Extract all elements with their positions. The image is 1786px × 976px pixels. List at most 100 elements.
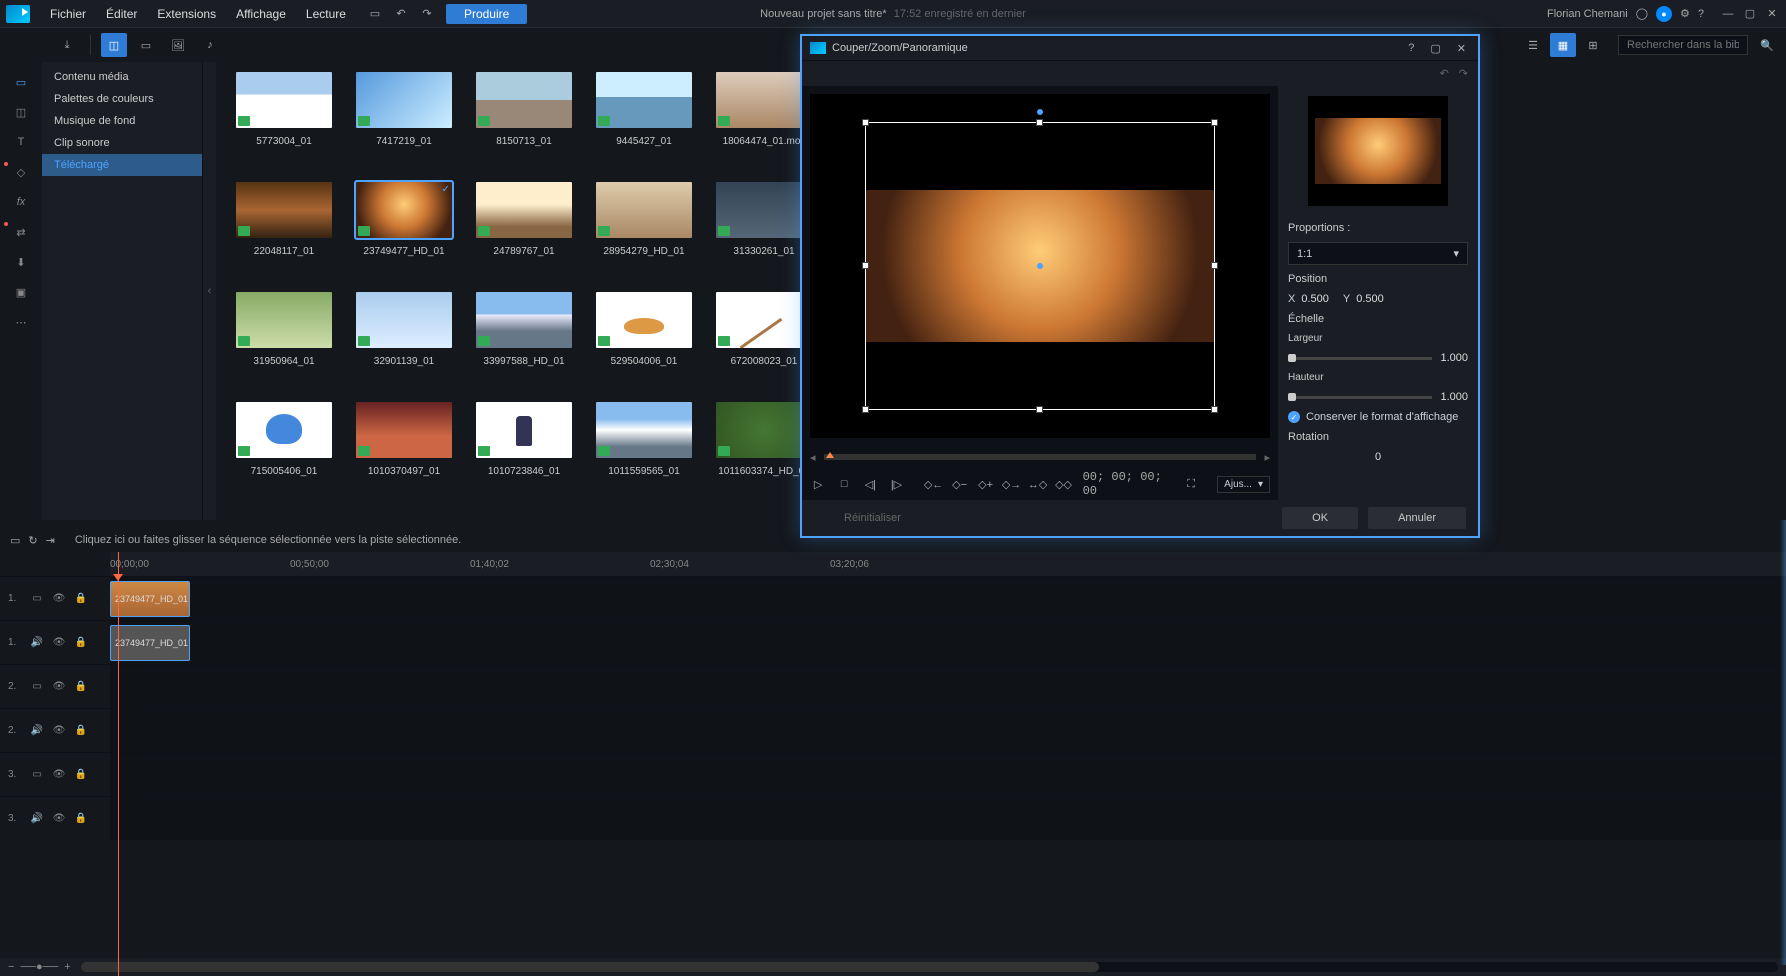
- dialog-close-icon[interactable]: ✕: [1453, 42, 1470, 55]
- search-icon[interactable]: 🔍: [1754, 33, 1780, 57]
- media-item[interactable]: 715005406_01: [224, 402, 344, 504]
- media-thumbnail[interactable]: [716, 402, 812, 458]
- dialog-maximize-icon[interactable]: ▢: [1426, 42, 1444, 55]
- media-item[interactable]: 31950964_01: [224, 292, 344, 394]
- particle-tab-icon[interactable]: ◇: [0, 158, 42, 186]
- media-item[interactable]: 33997588_HD_01: [464, 292, 584, 394]
- media-thumbnail[interactable]: [356, 292, 452, 348]
- crop-handle-br[interactable]: [1211, 406, 1218, 413]
- rotate-handle[interactable]: [1037, 109, 1043, 115]
- crop-handle-tl[interactable]: [862, 119, 869, 126]
- timeline-clip[interactable]: 23749477_HD_01: [110, 581, 190, 617]
- timeline-scrollbar[interactable]: [81, 962, 1778, 972]
- media-thumbnail[interactable]: [236, 72, 332, 128]
- category-item[interactable]: Palettes de couleurs: [42, 88, 202, 110]
- track-content[interactable]: [110, 665, 1786, 708]
- menu-extensions[interactable]: Extensions: [147, 3, 226, 25]
- height-value[interactable]: 1.000: [1440, 391, 1468, 403]
- media-thumbnail[interactable]: [236, 402, 332, 458]
- user-profile-icon[interactable]: ◯: [1636, 7, 1648, 20]
- media-item[interactable]: 5773004_01: [224, 72, 344, 174]
- keyframe-remove-icon[interactable]: ◇−: [951, 475, 969, 493]
- timeline-auto-icon[interactable]: ↻: [28, 534, 37, 547]
- fx-tab-icon[interactable]: fx: [0, 188, 42, 216]
- timeline-clip[interactable]: 23749477_HD_01: [110, 625, 190, 661]
- keyframe-add-icon[interactable]: ◇+: [977, 475, 995, 493]
- track-content[interactable]: [110, 709, 1786, 752]
- media-thumbnail[interactable]: [596, 292, 692, 348]
- search-input[interactable]: [1618, 35, 1748, 55]
- playhead[interactable]: [118, 552, 119, 976]
- track-visibility-icon[interactable]: 👁: [52, 680, 66, 694]
- prev-frame-icon[interactable]: ◁|: [862, 475, 878, 493]
- width-value[interactable]: 1.000: [1440, 352, 1468, 364]
- fit-select[interactable]: Ajus...▾: [1217, 476, 1270, 493]
- proportions-select[interactable]: 1:1▾: [1288, 242, 1468, 265]
- media-item[interactable]: 7417219_01: [344, 72, 464, 174]
- media-item[interactable]: 9445427_01: [584, 72, 704, 174]
- media-thumbnail[interactable]: [236, 292, 332, 348]
- crop-handle-tr[interactable]: [1211, 119, 1218, 126]
- dialog-titlebar[interactable]: Couper/Zoom/Panoramique ? ▢ ✕: [802, 36, 1478, 60]
- media-item[interactable]: 28954279_HD_01: [584, 182, 704, 284]
- media-tab-icon[interactable]: ▭: [0, 68, 42, 96]
- stop-icon[interactable]: □: [836, 475, 852, 493]
- track-visibility-icon[interactable]: 👁: [52, 812, 66, 826]
- track-content[interactable]: 23749477_HD_01: [110, 621, 1786, 664]
- media-item[interactable]: 1010723846_01: [464, 402, 584, 504]
- keyframe-prev-icon[interactable]: ◇←: [925, 475, 943, 493]
- zoom-slider[interactable]: ──●──: [20, 961, 58, 973]
- track-lock-icon[interactable]: 🔒: [74, 592, 88, 606]
- cancel-button[interactable]: Annuler: [1368, 507, 1466, 529]
- menu-display[interactable]: Affichage: [226, 3, 296, 25]
- keyframe-loop-icon[interactable]: ↔◇: [1029, 475, 1047, 493]
- media-thumbnail[interactable]: [476, 72, 572, 128]
- window-minimize-icon[interactable]: —: [1720, 6, 1736, 22]
- category-item[interactable]: Musique de fond: [42, 110, 202, 132]
- media-thumbnail[interactable]: [596, 182, 692, 238]
- image-icon[interactable]: 🖼: [165, 33, 191, 57]
- detail-view-icon[interactable]: ⊞: [1580, 33, 1606, 57]
- scrub-next-icon[interactable]: ▸: [1264, 451, 1270, 464]
- window-close-icon[interactable]: ✕: [1764, 6, 1780, 22]
- pip-tab-icon[interactable]: ◫: [0, 98, 42, 126]
- track-lock-icon[interactable]: 🔒: [74, 724, 88, 738]
- timeline-tool-icon[interactable]: ▭: [10, 534, 20, 547]
- track-visibility-icon[interactable]: 👁: [52, 768, 66, 782]
- zoom-in-icon[interactable]: +: [64, 961, 70, 973]
- crop-handle-bm[interactable]: [1036, 406, 1043, 413]
- dialog-undo-icon[interactable]: ↶: [1440, 67, 1449, 80]
- video-icon[interactable]: ▭: [133, 33, 159, 57]
- ok-button[interactable]: OK: [1282, 507, 1358, 529]
- media-thumbnail[interactable]: [716, 72, 812, 128]
- track-content[interactable]: [110, 797, 1786, 840]
- import-icon[interactable]: ⤓: [54, 33, 80, 57]
- text-tab-icon[interactable]: T: [0, 128, 42, 156]
- media-item[interactable]: 1010370497_01: [344, 402, 464, 504]
- timeline-magnet-icon[interactable]: ⇥: [46, 534, 55, 547]
- scrub-bar[interactable]: [824, 454, 1257, 460]
- track-lock-icon[interactable]: 🔒: [74, 636, 88, 650]
- timeline-ruler[interactable]: 00;00;0000;50;0001;40;0202;30;0403;20;06: [110, 552, 1786, 576]
- undo-icon[interactable]: ↶: [392, 5, 410, 23]
- reset-button[interactable]: Réinitialiser: [814, 507, 931, 529]
- grid-view-icon[interactable]: ▦: [1550, 33, 1576, 57]
- y-value[interactable]: 0.500: [1356, 293, 1384, 305]
- zoom-out-icon[interactable]: −: [8, 961, 14, 973]
- media-item[interactable]: 22048117_01: [224, 182, 344, 284]
- width-slider[interactable]: [1288, 357, 1432, 360]
- track-visibility-icon[interactable]: 👁: [52, 636, 66, 650]
- track-visibility-icon[interactable]: 👁: [52, 592, 66, 606]
- redo-icon[interactable]: ↷: [418, 5, 436, 23]
- category-item[interactable]: Téléchargé: [42, 154, 202, 176]
- user-badge-icon[interactable]: ●: [1656, 6, 1672, 22]
- track-lock-icon[interactable]: 🔒: [74, 768, 88, 782]
- crop-handle-mr[interactable]: [1211, 262, 1218, 269]
- media-thumbnail[interactable]: [716, 182, 812, 238]
- play-icon[interactable]: ▷: [810, 475, 826, 493]
- media-thumbnail[interactable]: [596, 402, 692, 458]
- dialog-redo-icon[interactable]: ↷: [1459, 67, 1468, 80]
- media-item[interactable]: 1011559565_01: [584, 402, 704, 504]
- window-maximize-icon[interactable]: ▢: [1742, 6, 1758, 22]
- category-item[interactable]: Clip sonore: [42, 132, 202, 154]
